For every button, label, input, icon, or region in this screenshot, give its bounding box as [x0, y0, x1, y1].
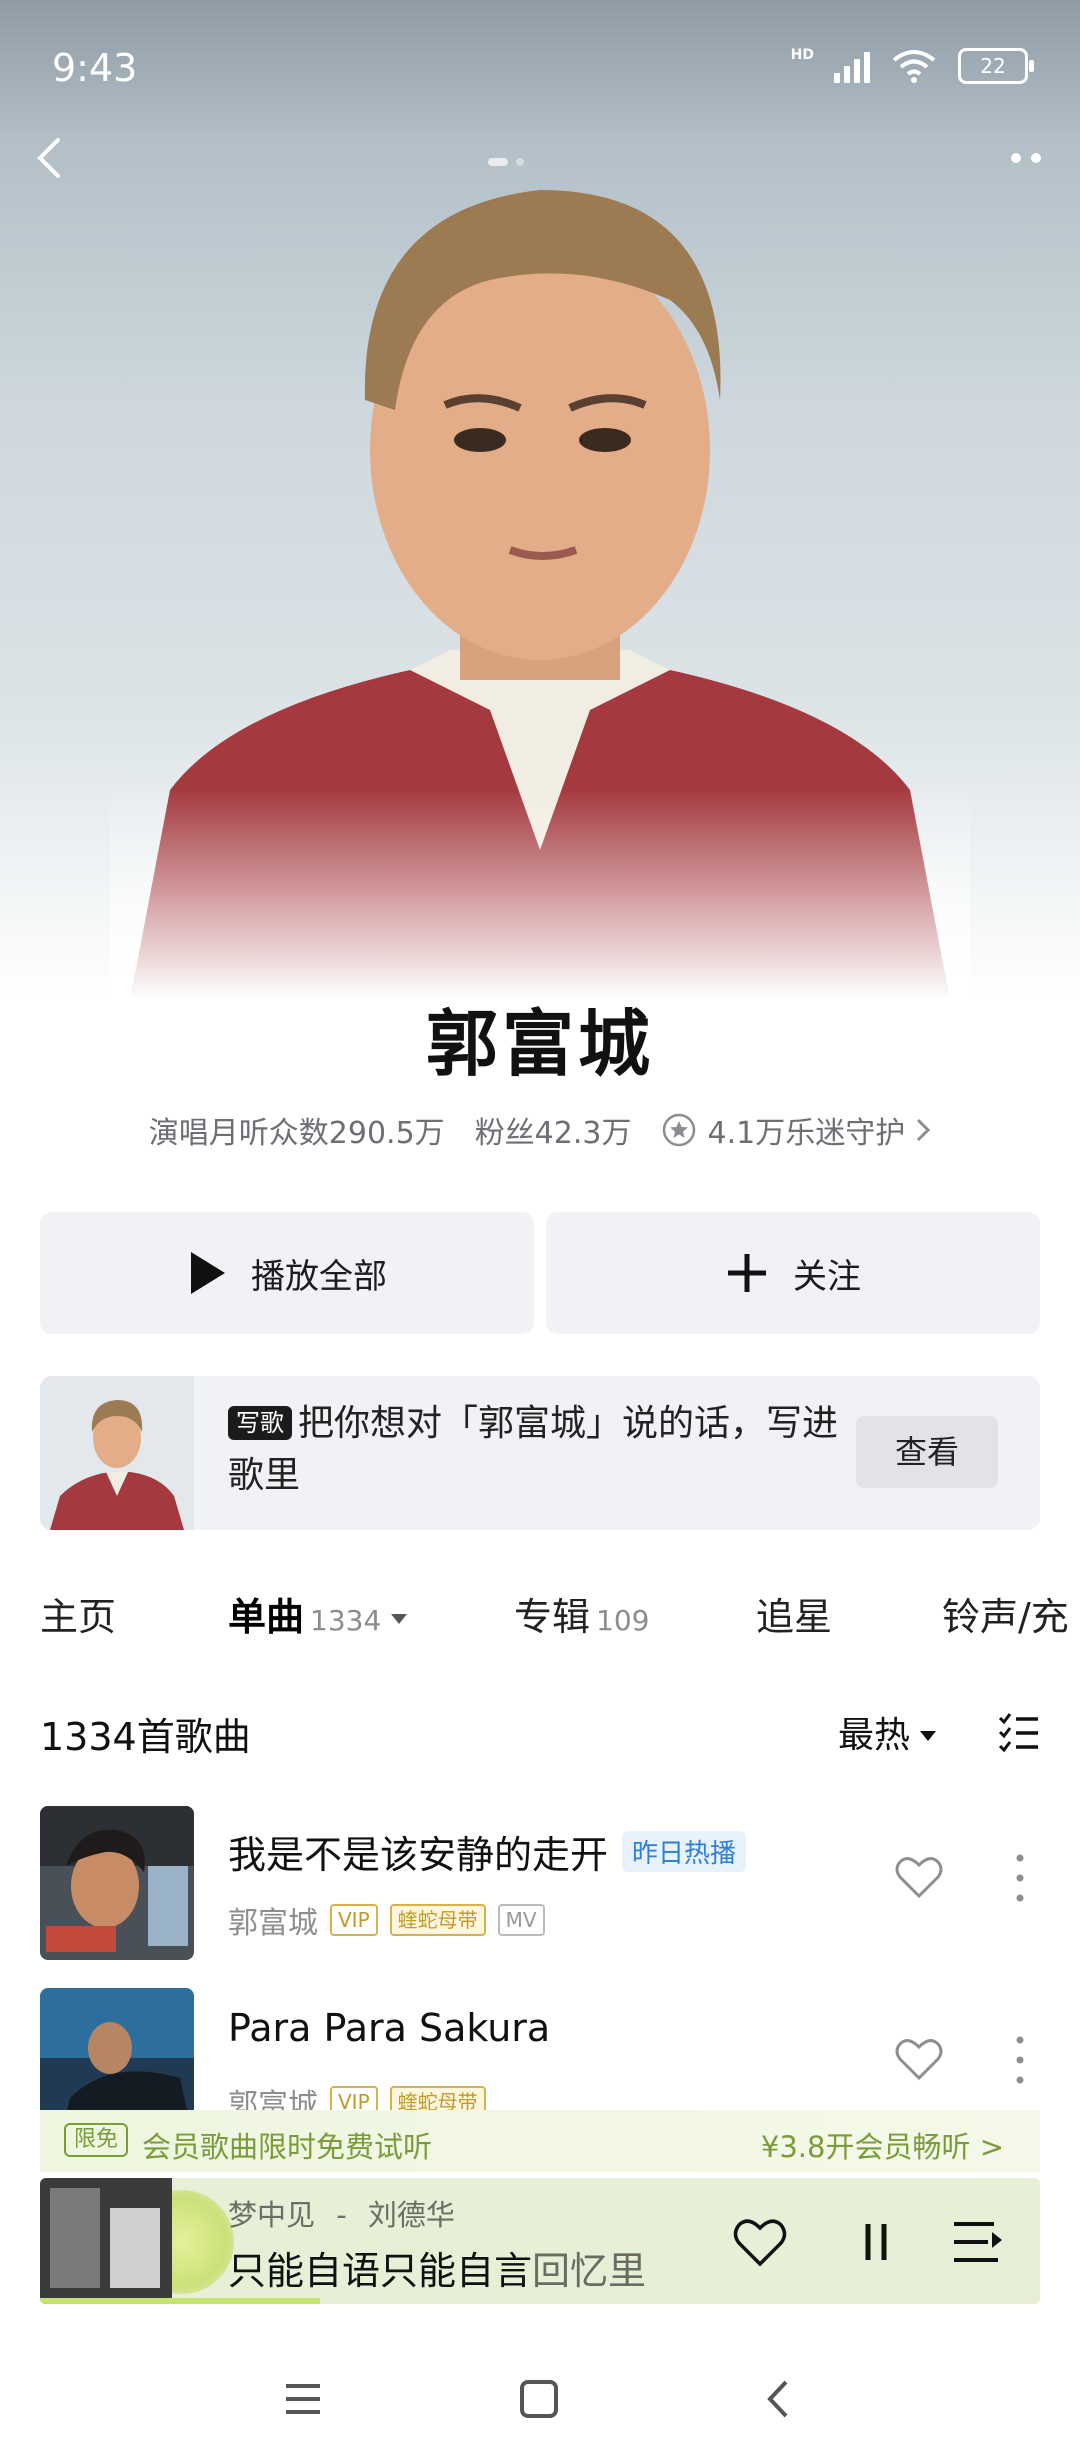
song-count: 1334首歌曲 — [40, 1715, 251, 1759]
system-back-icon[interactable] — [754, 2374, 804, 2424]
artist-stats: 演唱月听众数290.5万 粉丝42.3万 4.1万乐迷守护 — [0, 1108, 1080, 1152]
playback-progress — [40, 2298, 320, 2304]
multi-select-list-icon[interactable] — [996, 1710, 1040, 1754]
tab-home[interactable]: 主页 — [40, 1586, 116, 1641]
hot-tag: 昨日热播 — [622, 1831, 747, 1872]
guardians-count: 4.1万乐迷守护 — [707, 1116, 906, 1151]
chevron-right-icon — [917, 1118, 931, 1142]
vip-subscribe-link[interactable]: ¥3.8开会员畅听 > — [761, 2124, 1004, 2166]
playlist-icon[interactable] — [948, 2216, 1004, 2268]
dropdown-caret-icon — [920, 1731, 936, 1741]
fans-count[interactable]: 粉丝42.3万 — [475, 1108, 632, 1152]
player-song-info: 梦中见 - 刘德华 — [228, 2192, 455, 2234]
view-button[interactable]: 查看 — [856, 1416, 998, 1488]
song-title-text: 我是不是该安静的走开 — [228, 1833, 609, 1877]
tab-albums[interactable]: 专辑 109 — [514, 1586, 649, 1641]
player-song-title: 梦中见 — [228, 2198, 316, 2232]
promo-artist-thumbnail — [40, 1376, 194, 1530]
heart-icon[interactable] — [894, 2036, 944, 2082]
promo-text: 写歌 把你想对「郭富城」说的话，写进歌里 — [228, 1398, 848, 1502]
tab-label: 铃声/充 — [942, 1595, 1069, 1639]
artist-portrait — [110, 150, 970, 1000]
pause-icon[interactable] — [848, 2216, 904, 2268]
song-cover — [40, 1806, 194, 1960]
free-limited-label: 限免 — [64, 2123, 129, 2157]
song-list-header: 1334首歌曲 最热 — [40, 1706, 1040, 1766]
mv-badge[interactable]: MV — [497, 1904, 545, 1936]
tab-label: 主页 — [40, 1595, 117, 1639]
sort-label: 最热 — [837, 1715, 910, 1756]
artist-tabs: 主页 单曲 1334 专辑 109 追星 铃声/充 — [40, 1586, 1080, 1650]
lyric-upcoming: 回忆里 — [532, 2249, 647, 2293]
tab-follow-star[interactable]: 追星 — [756, 1586, 832, 1641]
player-artist: 刘德华 — [367, 2198, 455, 2232]
player-heart-icon[interactable] — [732, 2216, 788, 2268]
artist-name: 郭富城 — [425, 1002, 654, 1086]
song-row[interactable]: 我是不是该安静的走开 昨日热播 郭富城 VIP 蝰蛇母带 MV — [40, 1806, 1040, 1962]
wifi-icon — [892, 50, 936, 83]
promo-tag: 写歌 — [228, 1406, 292, 1440]
write-song-promo[interactable]: 写歌 把你想对「郭富城」说的话，写进歌里 查看 — [40, 1376, 1040, 1530]
battery-icon: 22 — [958, 48, 1034, 84]
status-bar: 9:43 HD 22 — [52, 38, 1034, 98]
guardians-link[interactable]: 4.1万乐迷守护 — [661, 1108, 931, 1152]
song-artist: 郭富城 — [228, 1906, 318, 1941]
tab-singles[interactable]: 单曲 1334 — [228, 1586, 408, 1641]
star-badge-icon — [663, 1113, 696, 1147]
vip-message: 会员歌曲限时免费试听 — [142, 2130, 433, 2164]
vip-trial-banner[interactable]: 限免 会员歌曲限时免费试听 ¥3.8开会员畅听 > — [40, 2110, 1040, 2172]
play-all-label: 播放全部 — [251, 1256, 387, 1297]
signal-icon — [834, 49, 870, 83]
tab-count: 1334 — [310, 1604, 382, 1637]
status-time: 9:43 — [52, 46, 138, 90]
more-vertical-icon[interactable] — [1014, 2030, 1026, 2090]
tab-label: 追星 — [756, 1595, 833, 1639]
more-icon[interactable] — [996, 138, 1056, 178]
hd-indicator: HD — [790, 47, 814, 63]
mini-player[interactable]: 梦中见 - 刘德华 只能自语只能自言回忆里 — [40, 2178, 1040, 2304]
more-vertical-icon[interactable] — [1014, 1848, 1026, 1908]
tab-ringtones[interactable]: 铃声/充 — [942, 1586, 1069, 1641]
banner-page-indicator — [488, 158, 524, 166]
song-title: Para Para Sakura — [228, 2006, 551, 2050]
heart-icon[interactable] — [894, 1854, 944, 1900]
tab-label: 单曲 — [228, 1595, 305, 1639]
sort-dropdown[interactable]: 最热 — [838, 1706, 936, 1758]
battery-level: 22 — [980, 54, 1006, 78]
song-title: 我是不是该安静的走开 昨日热播 — [228, 1824, 747, 1879]
lyric-current: 只能自语只能自言 — [228, 2249, 533, 2293]
menu-icon[interactable] — [278, 2374, 328, 2424]
home-icon[interactable] — [514, 2374, 564, 2424]
play-icon — [191, 1252, 225, 1294]
player-lyric: 只能自语只能自言回忆里 — [228, 2240, 646, 2295]
tab-count: 109 — [596, 1604, 650, 1637]
follow-label: 关注 — [793, 1256, 861, 1297]
back-icon[interactable] — [24, 132, 76, 184]
monthly-listeners: 演唱月听众数290.5万 — [148, 1116, 445, 1151]
promo-message: 把你想对「郭富城」说的话，写进歌里 — [228, 1403, 839, 1496]
song-meta: 郭富城 VIP 蝰蛇母带 MV — [228, 1898, 545, 1942]
player-cover[interactable] — [40, 2178, 172, 2304]
artist-hero: 9:43 HD 22 — [0, 0, 1080, 1000]
tab-label: 专辑 — [514, 1595, 591, 1639]
viper-master-badge: 蝰蛇母带 — [389, 1904, 486, 1936]
follow-button[interactable]: 关注 — [546, 1212, 1040, 1334]
play-all-button[interactable]: 播放全部 — [40, 1212, 534, 1334]
vip-badge: VIP — [330, 1904, 378, 1936]
system-nav-bar — [0, 2360, 1080, 2440]
dropdown-caret-icon — [391, 1614, 408, 1624]
player-separator: - — [336, 2198, 347, 2232]
plus-icon — [728, 1254, 766, 1292]
